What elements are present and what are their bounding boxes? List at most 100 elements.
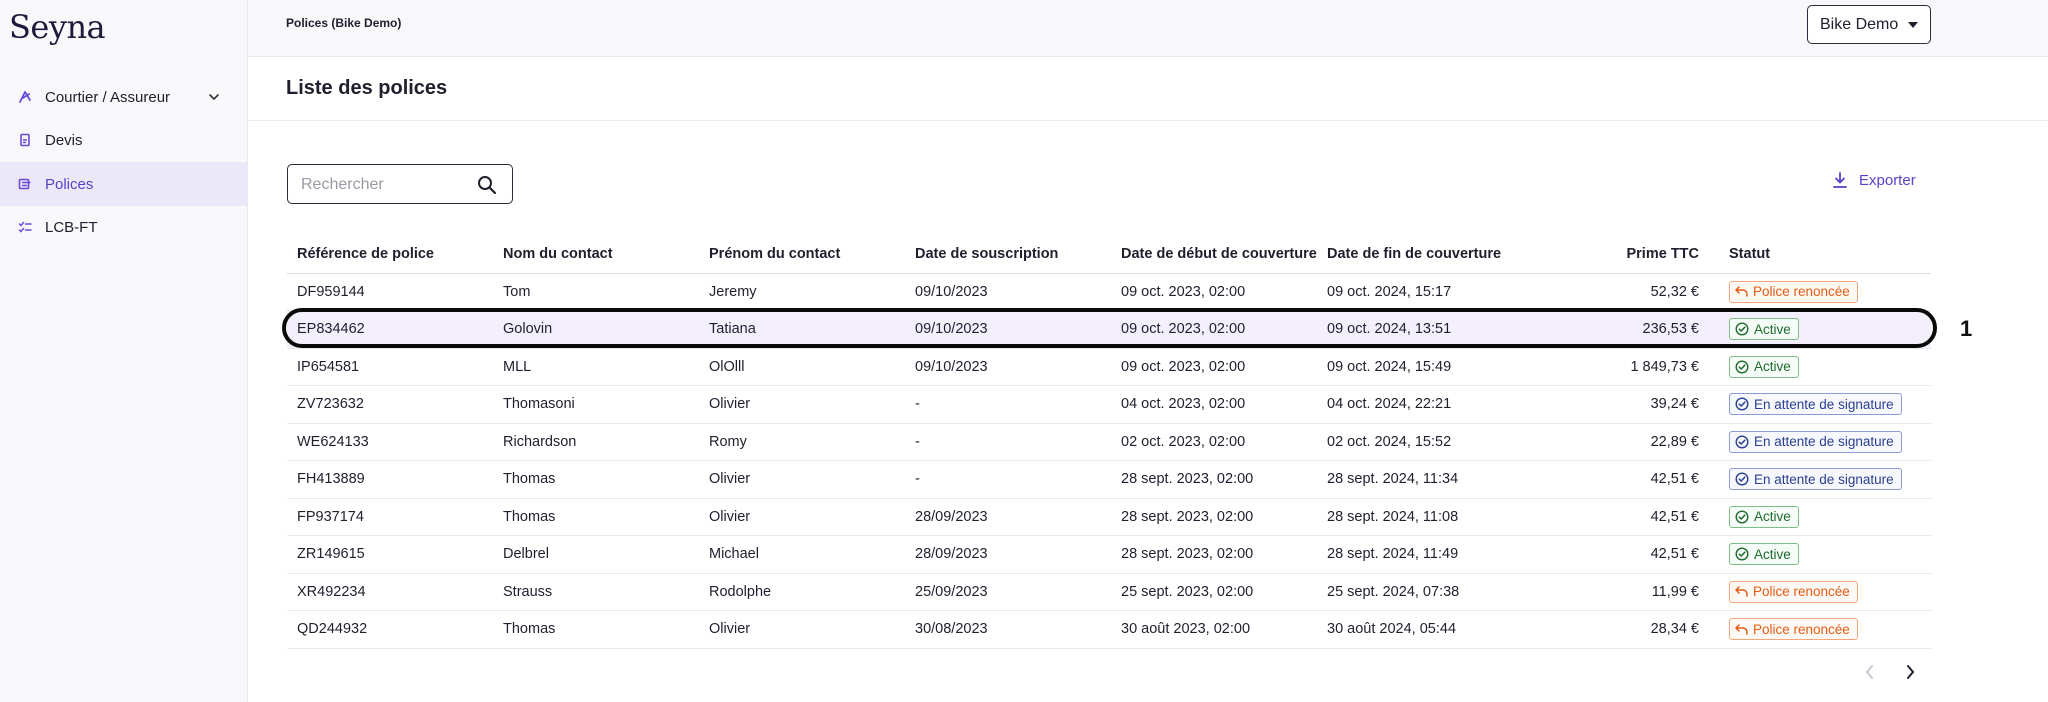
- cell-reference: WE624133: [287, 423, 493, 461]
- cell-prime: 1 849,73 €: [1523, 348, 1719, 386]
- table-row[interactable]: ZV723632 Thomasoni Olivier -04 oct. 2023, 0…: [287, 385, 1931, 424]
- status-label: Active: [1754, 321, 1791, 337]
- cell-souscription: 09/10/2023: [905, 348, 1111, 386]
- check-circle-icon: [1735, 472, 1754, 486]
- cell-statut: En attente de signature: [1719, 460, 1931, 499]
- table-row[interactable]: EP834462 Golovin Tatiana 09/10/2023 09 oct. …: [287, 310, 1931, 349]
- cell-fin: 28 sept. 2024, 11:08: [1317, 498, 1523, 536]
- cell-nom: MLL: [493, 348, 699, 386]
- sidebar-item-label: LCB-FT: [45, 218, 98, 236]
- caret-down-icon: [1908, 22, 1918, 28]
- checklist-icon: [18, 220, 32, 234]
- check-circle-icon: [1735, 397, 1754, 411]
- column-header-souscription[interactable]: Date de souscription: [905, 236, 1111, 274]
- table-row[interactable]: QD244932 Thomas Olivier 30/08/2023 30 août 2…: [287, 610, 1931, 649]
- sidebar-item-label: Courtier / Assureur: [45, 88, 171, 106]
- status-label: Police renoncée: [1753, 284, 1850, 300]
- cell-prime: 52,32 €: [1523, 273, 1719, 311]
- table-row[interactable]: DF959144 Tom Jeremy 09/10/2023 09 oct. 2023,…: [287, 273, 1931, 311]
- search-box[interactable]: [287, 164, 513, 204]
- sidebar-item-label: Devis: [45, 131, 83, 149]
- column-header-reference[interactable]: Référence de police: [287, 236, 493, 274]
- cell-souscription: 09/10/2023: [905, 310, 1111, 349]
- cell-fin: 04 oct. 2024, 22:21: [1317, 385, 1523, 424]
- cell-debut: 28 sept. 2023, 02:00: [1111, 498, 1317, 536]
- column-header-debut[interactable]: Date de début de couverture: [1111, 236, 1317, 274]
- status-label: Active: [1754, 359, 1791, 375]
- cell-statut: Active: [1719, 535, 1931, 574]
- sidebar-item-polices[interactable]: Polices: [0, 162, 248, 206]
- status-label: En attente de signature: [1754, 434, 1894, 450]
- export-button[interactable]: Exporter: [1832, 172, 1916, 189]
- table-row[interactable]: IP654581 MLL OlOlll 09/10/2023 09 oct. 2023,…: [287, 348, 1931, 386]
- broker-icon: [18, 90, 32, 104]
- cell-fin: 09 oct. 2024, 13:51: [1317, 310, 1523, 349]
- status-badge: Police renoncée: [1729, 618, 1858, 641]
- status-label: Police renoncée: [1753, 621, 1850, 637]
- column-header-nom[interactable]: Nom du contact: [493, 236, 699, 274]
- column-header-statut[interactable]: Statut: [1719, 236, 1931, 274]
- cell-debut: 09 oct. 2023, 02:00: [1111, 310, 1317, 349]
- demo-select[interactable]: Bike Demo: [1807, 5, 1931, 44]
- cell-prime: 42,51 €: [1523, 498, 1719, 536]
- cell-fin: 30 août 2024, 05:44: [1317, 610, 1523, 649]
- sidebar-item-label: Polices: [45, 175, 94, 193]
- search-icon[interactable]: [477, 175, 497, 195]
- next-page-icon[interactable]: [1904, 664, 1916, 685]
- status-badge: Active: [1729, 355, 1799, 378]
- status-badge: Police renoncée: [1729, 580, 1858, 603]
- search-input[interactable]: [301, 174, 471, 196]
- status-badge: Active: [1729, 543, 1799, 566]
- column-header-prime[interactable]: Prime TTC: [1523, 236, 1719, 274]
- table-row[interactable]: ZR149615 Delbrel Michael 28/09/2023 28 sept.…: [287, 535, 1931, 574]
- status-badge: En attente de signature: [1729, 430, 1902, 453]
- cell-prenom: OlOlll: [699, 348, 905, 386]
- logo: Seyna: [9, 8, 106, 46]
- cell-reference: FH413889: [287, 460, 493, 499]
- cell-prime: 42,51 €: [1523, 460, 1719, 499]
- cell-souscription: -: [905, 385, 1111, 424]
- policy-icon: [18, 177, 32, 191]
- sidebar-item-lcb-ft[interactable]: LCB-FT: [0, 205, 248, 249]
- chevron-down-icon[interactable]: [208, 90, 220, 107]
- sidebar-item-courtier-assureur[interactable]: Courtier / Assureur: [0, 75, 248, 119]
- cell-statut: Active: [1719, 498, 1931, 536]
- previous-page-icon[interactable]: [1864, 664, 1876, 685]
- undo-icon: [1735, 624, 1753, 635]
- cell-debut: 28 sept. 2023, 02:00: [1111, 535, 1317, 574]
- cell-reference: IP654581: [287, 348, 493, 386]
- cell-fin: 02 oct. 2024, 15:52: [1317, 423, 1523, 461]
- status-badge: Police renoncée: [1729, 280, 1858, 303]
- cell-souscription: -: [905, 460, 1111, 499]
- cell-nom: Strauss: [493, 573, 699, 611]
- table-row[interactable]: FH413889 Thomas Olivier -28 sept. 2023, 02:…: [287, 460, 1931, 499]
- table-row[interactable]: XR492234 Strauss Rodolphe 25/09/2023 25 sept…: [287, 573, 1931, 611]
- cell-souscription: -: [905, 423, 1111, 461]
- status-badge: Active: [1729, 505, 1799, 528]
- cell-nom: Thomas: [493, 498, 699, 536]
- cell-statut: Police renoncée: [1719, 573, 1931, 611]
- cell-reference: DF959144: [287, 273, 493, 311]
- column-header-prenom[interactable]: Prénom du contact: [699, 236, 905, 274]
- status-label: En attente de signature: [1754, 471, 1894, 487]
- undo-icon: [1735, 286, 1753, 297]
- page-title: Liste des polices: [286, 77, 448, 99]
- table-row[interactable]: WE624133 Richardson Romy -02 oct. 2023, 02:…: [287, 423, 1931, 461]
- cell-debut: 28 sept. 2023, 02:00: [1111, 460, 1317, 499]
- cell-souscription: 09/10/2023: [905, 273, 1111, 311]
- cell-nom: Golovin: [493, 310, 699, 349]
- column-header-fin[interactable]: Date de fin de couverture: [1317, 236, 1523, 274]
- sidebar: Seyna Courtier / Assureur Devis Polices …: [0, 0, 248, 702]
- sidebar-item-devis[interactable]: Devis: [0, 118, 248, 162]
- cell-prime: 42,51 €: [1523, 535, 1719, 574]
- cell-prime: 11,99 €: [1523, 573, 1719, 611]
- status-label: Active: [1754, 546, 1791, 562]
- cell-debut: 09 oct. 2023, 02:00: [1111, 273, 1317, 311]
- cell-debut: 02 oct. 2023, 02:00: [1111, 423, 1317, 461]
- status-badge: Active: [1729, 318, 1799, 341]
- cell-souscription: 28/09/2023: [905, 535, 1111, 574]
- check-circle-icon: [1735, 510, 1754, 524]
- cell-statut: Active: [1719, 348, 1931, 386]
- table-row[interactable]: FP937174 Thomas Olivier 28/09/2023 28 sept. …: [287, 498, 1931, 536]
- cell-prime: 39,24 €: [1523, 385, 1719, 424]
